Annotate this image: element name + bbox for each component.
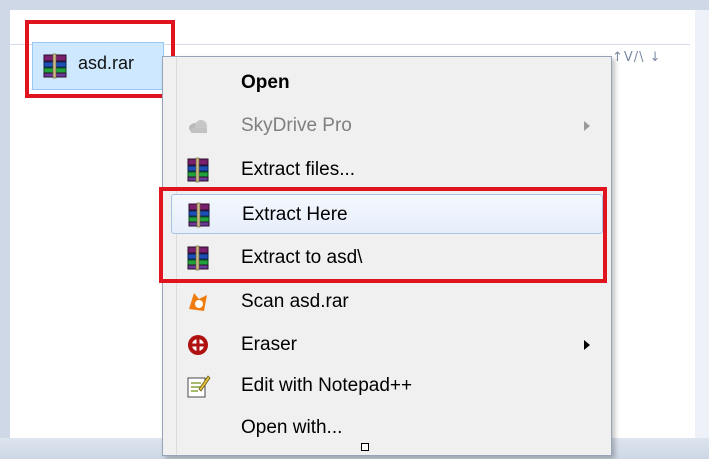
menu-item-label: SkyDrive Pro [241,115,352,136]
avast-icon [185,289,211,315]
menu-item-eraser[interactable]: Eraser [171,325,603,365]
mouse-cursor-icon [361,443,369,451]
menu-item-scan[interactable]: Scan asd.rar [171,282,603,322]
column-hint-text: ↑V/\ ↓ [612,50,662,65]
annotation-box-file [25,20,175,98]
menu-item-label: Open with... [241,417,343,438]
annotation-box-extract-options [159,187,607,283]
cloud-icon [185,113,211,139]
eraser-icon [185,332,211,358]
menu-item-skydrive-pro[interactable]: SkyDrive Pro [171,106,603,146]
menu-item-open[interactable]: Open [171,63,603,103]
menu-item-edit-notepadpp[interactable]: Edit with Notepad++ [171,366,603,406]
menu-item-extract-files[interactable]: Extract files... [171,150,603,190]
menu-item-label: Edit with Notepad++ [241,375,413,396]
menu-item-open-with[interactable]: Open with... [171,408,603,448]
menu-item-label: Scan asd.rar [241,291,349,312]
submenu-arrow-icon [584,121,590,131]
window-left-border [0,10,10,459]
submenu-arrow-icon [584,340,590,350]
menu-item-label: Extract files... [241,159,356,180]
winrar-icon [185,157,211,183]
window-top-border [0,0,709,10]
window-right-area [695,10,709,459]
menu-item-label: Open [241,72,290,93]
menu-item-label: Eraser [241,334,297,355]
notepad-icon [185,373,211,399]
